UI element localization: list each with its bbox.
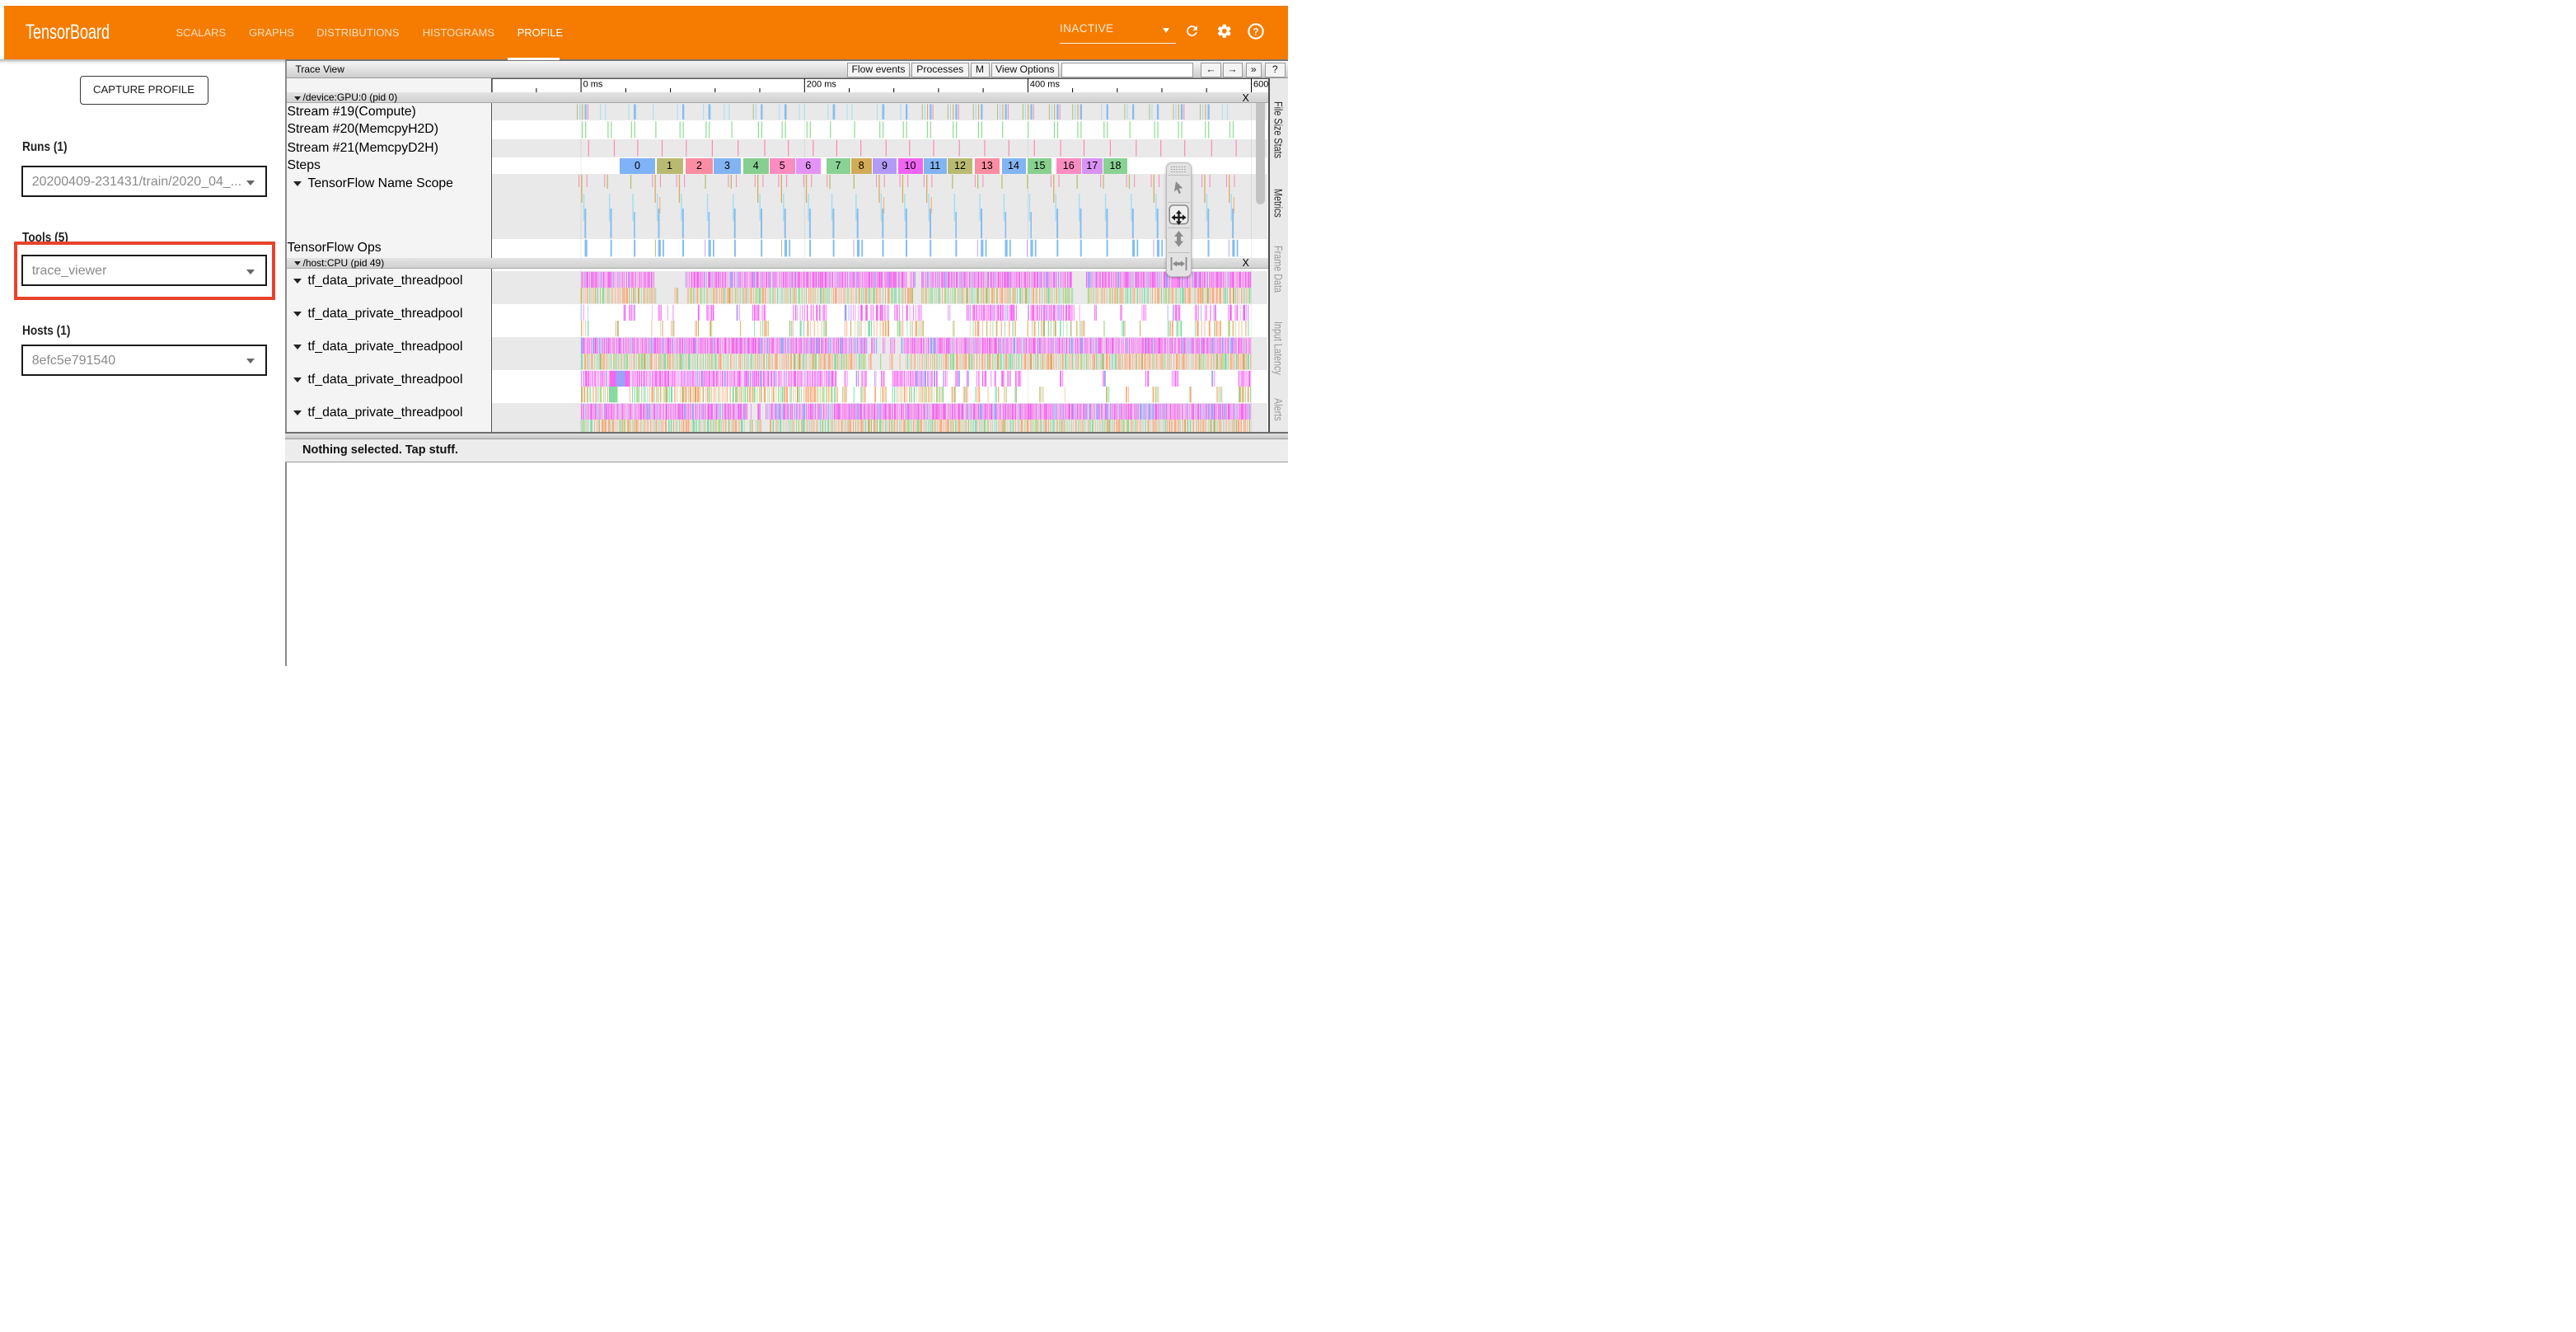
svg-text:0 ms: 0 ms: [583, 80, 602, 90]
svg-text:400 ms: 400 ms: [1029, 80, 1060, 90]
svg-text:200 ms: 200 ms: [806, 80, 836, 90]
svg-text:600: 600: [1253, 80, 1268, 90]
svg-text:?: ?: [1253, 26, 1258, 37]
